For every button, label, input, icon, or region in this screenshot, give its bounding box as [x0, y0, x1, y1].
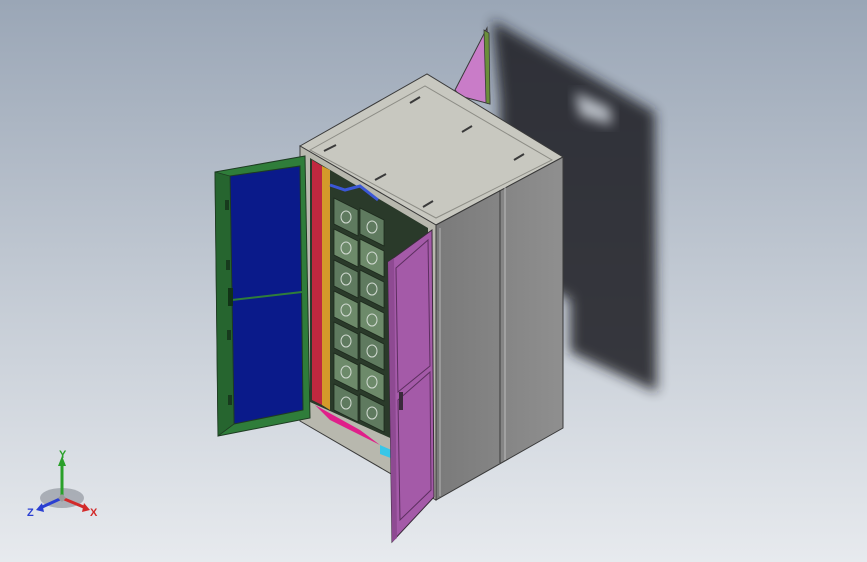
y-axis-label: Y	[59, 449, 67, 461]
interior-rail	[322, 166, 330, 410]
right-door-handle[interactable]	[399, 392, 403, 410]
cad-viewport[interactable]: Y X Z	[0, 0, 867, 562]
interior-left-panel	[312, 160, 322, 405]
axis-triad: Y X Z	[27, 449, 98, 519]
cabinet-3d-model[interactable]	[0, 0, 867, 562]
x-axis-label: X	[90, 507, 98, 519]
left-door-glass	[229, 165, 304, 425]
left-door-handle[interactable]	[228, 288, 233, 306]
z-axis-label: Z	[27, 507, 34, 519]
